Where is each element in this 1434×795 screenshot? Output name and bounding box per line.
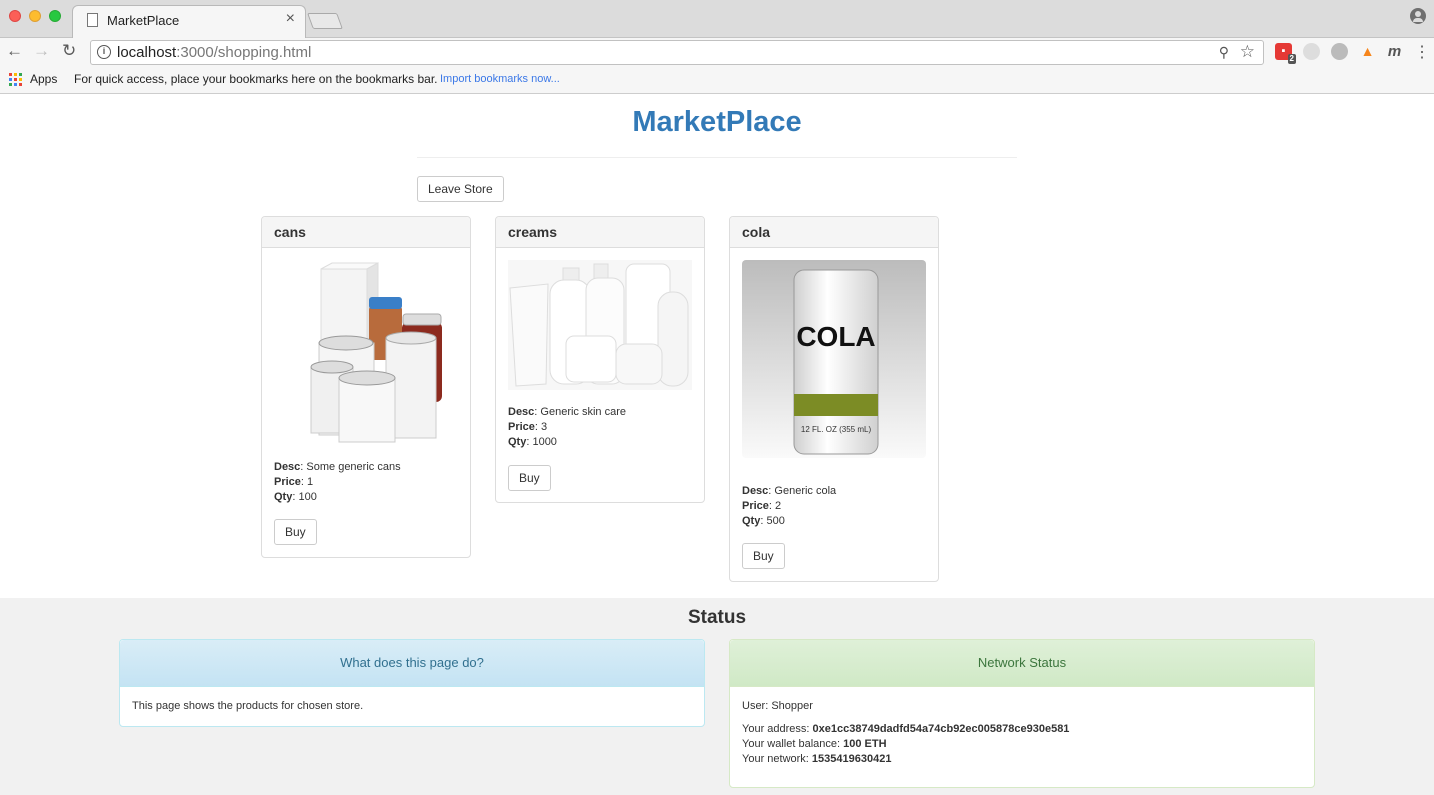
profile-icon[interactable] xyxy=(1410,8,1426,24)
info-icon[interactable]: i xyxy=(97,45,111,59)
product-name: cans xyxy=(262,217,470,248)
reload-icon[interactable]: ↻ xyxy=(62,41,76,61)
zoom-icon[interactable]: ⚲ xyxy=(1219,44,1229,61)
network-id-value: 1535419630421 xyxy=(811,753,892,765)
product-name: creams xyxy=(496,217,704,248)
url-text: localhost:3000/shopping.html xyxy=(117,44,312,61)
product-name: cola xyxy=(730,217,938,248)
product-card-creams: creams Desc: Generic skin care Price: 3 … xyxy=(495,216,705,503)
buy-button-cola[interactable]: Buy xyxy=(742,543,785,569)
wallet-address: 0xe1cc38749dadfd54a74cb92ec005878ce930e5… xyxy=(812,723,1070,735)
product-qty: Qty: 1000 xyxy=(508,436,557,448)
new-tab-button[interactable] xyxy=(307,13,343,29)
product-image-cans xyxy=(310,262,442,443)
browser-tab[interactable]: MarketPlace × xyxy=(72,5,306,39)
product-qty: Qty: 100 xyxy=(274,491,317,503)
network-panel-body: User: Shopper Your address: 0xe1cc38749d… xyxy=(730,687,1314,779)
info-panel: What does this page do? This page shows … xyxy=(119,639,705,727)
product-desc: Desc: Some generic cans xyxy=(274,461,401,473)
network-address: Your address: 0xe1cc38749dadfd54a74cb92e… xyxy=(742,723,1070,735)
browser-toolbar: ← → ↻ i localhost:3000/shopping.html ⚲ ☆… xyxy=(0,38,1434,67)
product-desc: Desc: Generic skin care xyxy=(508,406,626,418)
network-id: Your network: 1535419630421 xyxy=(742,753,892,765)
minimize-window-button[interactable] xyxy=(29,10,41,22)
product-price: Price: 1 xyxy=(274,476,314,488)
product-card-cola: cola COLA 12 FL. OZ (355 mL) Desc: Gener… xyxy=(729,216,939,582)
bookmarks-hint: For quick access, place your bookmarks h… xyxy=(74,72,438,86)
close-window-button[interactable] xyxy=(9,10,21,22)
extension-badge: 2 xyxy=(1287,54,1296,64)
product-price: Price: 3 xyxy=(508,421,548,433)
import-bookmarks-link[interactable]: Import bookmarks now... xyxy=(440,73,560,85)
page-title: MarketPlace xyxy=(632,106,802,138)
product-details: Desc: Generic cola Price: 2 Qty: 500 xyxy=(742,484,836,529)
network-user: User: Shopper xyxy=(742,700,813,712)
page-content: MarketPlace Leave Store cans Desc: Some … xyxy=(0,94,1434,795)
status-title: Status xyxy=(687,607,747,628)
network-status-panel: Network Status User: Shopper Your addres… xyxy=(729,639,1315,788)
browser-menu-icon[interactable]: ⋮ xyxy=(1414,42,1430,62)
product-qty: Qty: 500 xyxy=(742,515,785,527)
extension-circle-icon[interactable] xyxy=(1303,43,1320,60)
apps-link[interactable]: Apps xyxy=(30,72,57,86)
page-icon xyxy=(87,13,98,27)
bookmarks-bar: Apps For quick access, place your bookma… xyxy=(0,67,1434,94)
divider xyxy=(417,157,1017,158)
cola-label: COLA xyxy=(796,321,875,352)
product-desc: Desc: Generic cola xyxy=(742,485,837,497)
product-image-creams xyxy=(508,260,692,390)
browser-titlebar: MarketPlace × xyxy=(0,0,1434,39)
back-icon[interactable]: ← xyxy=(6,41,23,61)
address-bar[interactable]: i localhost:3000/shopping.html ⚲ ☆ xyxy=(90,40,1264,65)
close-tab-icon[interactable]: × xyxy=(286,10,295,28)
buy-button-creams[interactable]: Buy xyxy=(508,465,551,491)
status-section: Status What does this page do? This page… xyxy=(0,598,1434,795)
product-card-cans: cans Desc: Some generic cans Price: 1 Qt… xyxy=(261,216,471,558)
leave-store-button[interactable]: Leave Store xyxy=(417,176,504,202)
maximize-window-button[interactable] xyxy=(49,10,61,22)
buy-button-cans[interactable]: Buy xyxy=(274,519,317,545)
apps-grid-icon[interactable] xyxy=(9,73,22,86)
forward-icon[interactable]: → xyxy=(33,41,50,61)
product-price: Price: 2 xyxy=(742,500,782,512)
info-panel-body: This page shows the products for chosen … xyxy=(132,700,364,712)
product-image-cola: COLA 12 FL. OZ (355 mL) xyxy=(742,260,926,458)
network-panel-heading: Network Status xyxy=(730,640,1314,687)
info-panel-heading: What does this page do? xyxy=(120,640,704,687)
cola-volume: 12 FL. OZ (355 mL) xyxy=(801,425,872,434)
wallet-balance: 100 ETH xyxy=(843,738,887,750)
extension-globe-icon[interactable] xyxy=(1331,43,1348,60)
tab-title: MarketPlace xyxy=(107,13,180,28)
extension-m-icon[interactable]: m xyxy=(1386,43,1403,60)
product-details: Desc: Generic skin care Price: 3 Qty: 10… xyxy=(508,405,626,450)
network-balance: Your wallet balance: 100 ETH xyxy=(742,738,887,750)
product-details: Desc: Some generic cans Price: 1 Qty: 10… xyxy=(274,460,401,505)
extension-red-icon[interactable]: ▪ 2 xyxy=(1275,43,1296,64)
bookmark-star-icon[interactable]: ☆ xyxy=(1240,42,1255,62)
metamask-fox-icon[interactable]: ▲ xyxy=(1359,43,1376,60)
